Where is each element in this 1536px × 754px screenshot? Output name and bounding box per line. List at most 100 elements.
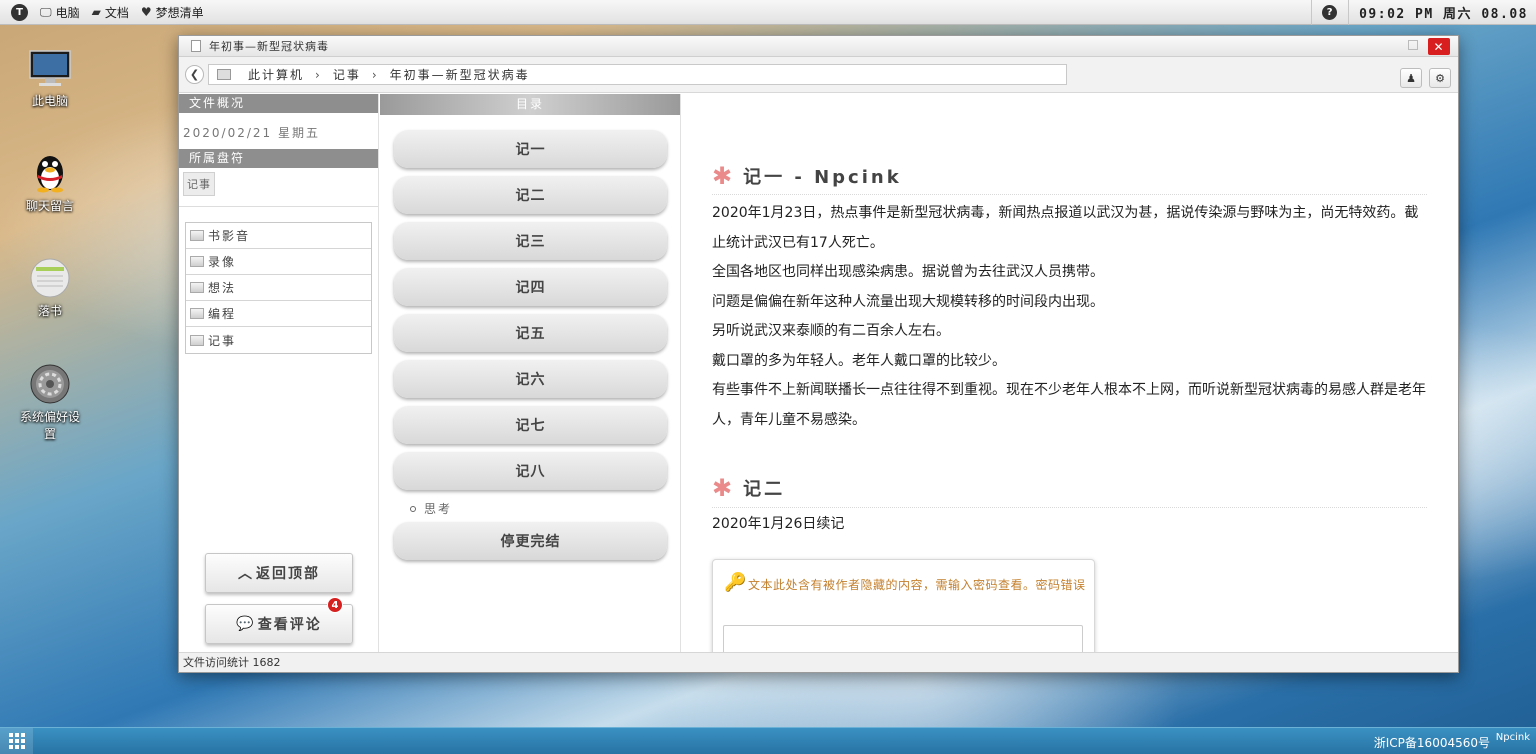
visit-count: 文件访问统计 1682 [183, 656, 281, 669]
paragraph: 有些事件不上新闻联播长一点往往得不到重视。现在不少老年人根本不上网，而听说新型冠… [712, 382, 1426, 428]
password-protected-box: 🔑 文本此处含有被作者隐藏的内容，需输入密码查看。密码错误 [712, 559, 1095, 654]
desktop-icon-chat[interactable]: 聊天留言 [15, 153, 85, 214]
bullet-icon [410, 505, 416, 512]
menu-computer[interactable]: 🖵 电脑 [40, 4, 80, 21]
settings-gear-icon [28, 364, 72, 404]
menubar-divider [1348, 0, 1350, 25]
asterisk-icon: ✱ [712, 162, 736, 190]
toc-item[interactable]: 记一 [394, 130, 667, 168]
window-titlebar[interactable]: 年初事—新型冠状病毒 ✕ [179, 36, 1458, 57]
toc-item[interactable]: 记七 [394, 406, 667, 444]
folder-list: 书影音 录像 想法 编程 记事 [185, 222, 372, 354]
taskbar: 浙ICP备16004560号 Npcink [0, 727, 1536, 754]
comment-icon: 💬 [236, 616, 256, 632]
back-button[interactable]: ❮ [185, 65, 204, 84]
folder-label: 编程 [208, 307, 237, 321]
back-to-top-label: 返回顶部 [256, 566, 320, 582]
toc-heading: 目录 [380, 94, 680, 115]
toc-item-final[interactable]: 停更完结 [394, 522, 667, 560]
menu-documents[interactable]: ▰ 文档 [92, 4, 129, 21]
breadcrumb-item[interactable]: 此计算机 [248, 66, 304, 83]
chevron-right-icon: › [315, 67, 322, 82]
paragraph: 另听说武汉来泰顺的有二百余人左右。 [712, 323, 950, 339]
toc-item[interactable]: 记六 [394, 360, 667, 398]
menu-documents-label: 文档 [104, 5, 129, 20]
computer-icon [217, 69, 231, 80]
section-title: 记二 [743, 479, 786, 500]
user-icon[interactable]: ♟ [1400, 68, 1422, 88]
section-title: 记一 - Npcink [743, 167, 902, 188]
chevron-up-icon: ︿ [238, 566, 254, 582]
maximize-button[interactable] [1408, 40, 1418, 50]
help-icon[interactable]: ? [1322, 5, 1338, 20]
folder-label: 记事 [208, 333, 237, 348]
folder-item[interactable]: 记事 [186, 327, 371, 353]
status-bar: 文件访问统计 1682 [179, 652, 1458, 672]
folder-item[interactable]: 想法 [186, 275, 371, 301]
desktop-icon-settings[interactable]: 系统偏好设置 [15, 364, 85, 442]
folder-icon [190, 308, 204, 319]
overview-heading: 文件概况 [179, 94, 378, 113]
toc-item[interactable]: 记三 [394, 222, 667, 260]
toc-subitem-label: 思考 [424, 502, 453, 516]
toc-item[interactable]: 记五 [394, 314, 667, 352]
icp-license-link[interactable]: 浙ICP备16004560号 [1374, 734, 1490, 751]
password-input[interactable] [723, 625, 1083, 654]
section-heading: ✱ 记二 [712, 474, 785, 502]
folder-item[interactable]: 编程 [186, 301, 371, 327]
notebook-icon [28, 258, 72, 298]
view-comments-button[interactable]: 💬 查看评论 4 [205, 597, 353, 644]
menu-computer-label: 电脑 [55, 5, 80, 20]
locked-message: 文本此处含有被作者隐藏的内容，需输入密码查看。密码错误 [748, 578, 1086, 592]
key-icon: 🔑 [724, 572, 747, 593]
menubar-right: ? 09:02 PM 周六 08.08 [1311, 0, 1536, 25]
folder-icon [190, 334, 204, 346]
toc-item[interactable]: 记八 [394, 452, 667, 490]
desktop-icon-label: 系统偏好设置 [19, 410, 80, 441]
gear-icon[interactable]: ⚙ [1429, 68, 1451, 88]
menu-wishlist-label: 梦想清单 [155, 5, 204, 20]
desktop-icon-notebook[interactable]: 落书 [15, 258, 85, 319]
paragraph: 2020年1月26日续记 [712, 516, 845, 532]
divider [712, 507, 1427, 508]
drive-heading: 所属盘符 [179, 149, 378, 168]
breadcrumb[interactable]: 此计算机 › 记事 › 年初事—新型冠状病毒 [208, 64, 1067, 85]
breadcrumb-item[interactable]: 年初事—新型冠状病毒 [390, 66, 530, 83]
folder-icon [190, 230, 204, 241]
folder-item[interactable]: 录像 [186, 249, 371, 275]
breadcrumb-item[interactable]: 记事 [333, 66, 361, 83]
toc-item[interactable]: 记四 [394, 268, 667, 306]
document-icon [191, 40, 201, 52]
clock: 09:02 PM 周六 08.08 [1359, 7, 1528, 22]
section-heading: ✱ 记一 - Npcink [712, 162, 902, 190]
menubar-divider [1311, 0, 1313, 25]
window-title: 年初事—新型冠状病毒 [209, 40, 329, 53]
monitor-icon [28, 48, 72, 88]
folder-item[interactable]: 书影音 [186, 223, 371, 249]
system-logo-icon[interactable]: T [11, 3, 28, 21]
file-info-panel: 文件概况 2020/02/21 星期五 所属盘符 记事 书影音 录像 想法 编程… [179, 94, 379, 654]
folder-icon [190, 256, 204, 267]
folder-label: 想法 [208, 281, 237, 295]
chevron-right-icon: › [371, 67, 379, 82]
close-button[interactable]: ✕ [1428, 38, 1450, 55]
article-content: ✱ 记一 - Npcink 2020年1月23日，热点事件是新型冠状病毒，新闻热… [682, 94, 1458, 654]
divider [712, 194, 1427, 195]
drive-tag[interactable]: 记事 [183, 172, 215, 196]
table-of-contents: 目录 记一 记二 记三 记四 记五 记六 记七 记八 思考 停更完结 [380, 94, 681, 654]
address-bar: ❮ 此计算机 › 记事 › 年初事—新型冠状病毒 ♟ ⚙ [179, 57, 1458, 93]
back-to-top-button[interactable]: ︿ 返回顶部 [205, 553, 353, 593]
toc-subitem[interactable]: 思考 [410, 500, 452, 517]
toc-item[interactable]: 记二 [394, 176, 667, 214]
folder-label: 书影音 [208, 229, 251, 243]
heart-icon: ♥ [140, 5, 152, 19]
top-menubar: T 🖵 电脑 ▰ 文档 ♥ 梦想清单 ? 09:02 PM 周六 08.08 [0, 0, 1536, 25]
paragraph: 全国各地区也同样出现感染病患。据说曾为去往武汉人员携带。 [712, 264, 1104, 280]
menu-wishlist[interactable]: ♥ 梦想清单 [141, 4, 204, 21]
brand-logo[interactable]: Npcink [1496, 732, 1530, 743]
folder-icon: ▰ [91, 5, 101, 19]
folder-label: 录像 [208, 255, 237, 269]
desktop-icon-this-pc[interactable]: 此电脑 [15, 48, 85, 109]
start-menu-grid-icon[interactable] [0, 728, 33, 754]
desktop-icon-label: 此电脑 [31, 94, 68, 108]
